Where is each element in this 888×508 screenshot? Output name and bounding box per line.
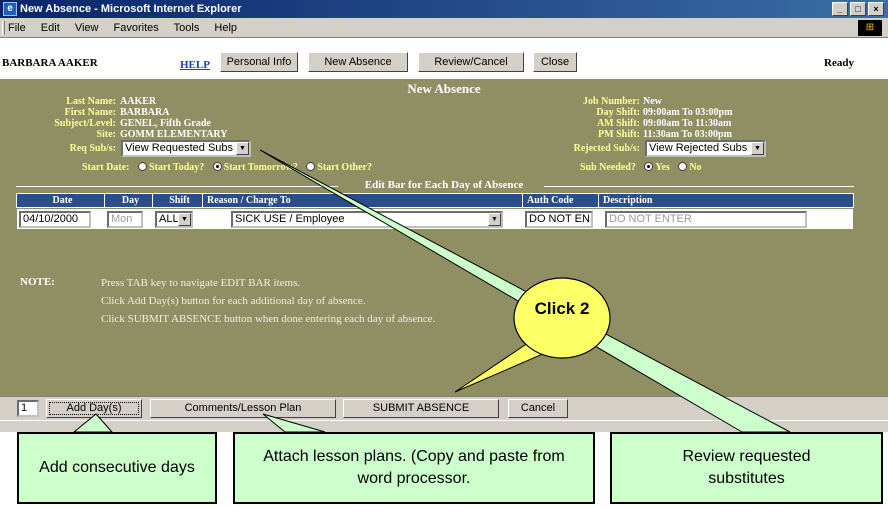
windows-flag-icon: ⊞ [858,20,882,36]
start-date-group: Start Date: Start Today? Start Tomorrow?… [82,162,372,173]
internet-explorer-icon: e [3,2,17,16]
radio-icon [678,162,688,171]
sub-needed-group: Sub Needed? Yes No [580,162,702,173]
close-window-button[interactable]: × [868,2,884,16]
menu-view[interactable]: View [75,22,99,34]
column-date: Date [17,194,105,207]
table-row: 04/10/2000 Mon ALL ▼ SICK USE / Employee… [16,208,854,230]
personal-info-button[interactable]: Personal Info [220,52,298,72]
day-shift-value: 09:00am To 03:00pm [643,107,733,118]
radio-icon [306,162,316,171]
menu-tools[interactable]: Tools [174,22,200,34]
note-line: Click SUBMIT ABSENCE button when done en… [101,313,436,325]
chevron-down-icon: ▼ [236,142,249,155]
start-date-label: Start Date: [82,162,130,173]
start-tomorrow-option[interactable]: Start Tomorrow? [212,162,298,173]
job-number-label: Job Number: [583,96,640,107]
first-name-label: First Name: [64,107,116,118]
menu-favorites[interactable]: Favorites [114,22,159,34]
pm-shift-label: PM Shift: [598,129,640,140]
rejected-subs-value: View Rejected Subs [649,142,748,154]
menu-file[interactable]: File [8,22,26,34]
sub-needed-no-option[interactable]: No [678,162,702,173]
column-description: Description [603,195,653,206]
status-bar [0,420,888,432]
help-link[interactable]: HELP [180,59,210,71]
chevron-down-icon: ▼ [751,142,764,155]
start-today-option[interactable]: Start Today? [137,162,204,173]
new-absence-button[interactable]: New Absence [308,52,408,72]
column-reason: Reason / Charge To [203,194,523,207]
rejected-subs-select[interactable]: View Rejected Subs ▼ [645,140,766,157]
cancel-button[interactable]: Cancel [508,399,568,418]
rejected-subs-label: Rejected Sub/s: [573,143,640,154]
column-day: Day [105,194,153,207]
day-shift-label: Day Shift: [596,107,640,118]
click-2-label: Click 2 [534,299,590,318]
first-name-value: BARBARA [120,107,170,118]
menu-bar: File Edit View Favorites Tools Help ⊞ [0,18,888,38]
reason-select[interactable]: SICK USE / Employee ▼ [231,211,503,228]
subject-level-label: Subject/Level: [54,118,116,129]
toolbar-grip [2,21,5,35]
pm-shift-value: 11:30am To 03:00pm [643,129,732,140]
note-line: Press TAB key to navigate EDIT BAR items… [101,277,301,289]
chevron-down-icon: ▼ [178,213,191,226]
sub-needed-yes-option[interactable]: Yes [644,162,670,173]
menu-edit[interactable]: Edit [41,22,60,34]
add-days-callout: Add consecutive days [17,432,217,504]
date-input[interactable]: 04/10/2000 [19,211,91,228]
days-count-input[interactable]: 1 [17,400,39,417]
shift-select[interactable]: ALL ▼ [155,211,193,228]
site-label: Site: [96,129,116,140]
window-titlebar: e New Absence - Microsoft Internet Explo… [0,0,888,18]
chevron-down-icon: ▼ [488,213,501,226]
absence-form: New Absence Last Name: AAKER First Name:… [0,79,888,396]
subject-level-value: GENEL, Fifth Grade [120,118,211,129]
note-label: NOTE: [20,276,55,288]
status-ready: Ready [824,57,854,69]
start-other-option[interactable]: Start Other? [306,162,372,173]
req-subs-label: Req Sub/s: [69,143,116,154]
description-input[interactable]: DO NOT ENTER [605,211,807,228]
last-name-value: AAKER [120,96,157,107]
submit-absence-button[interactable]: SUBMIT ABSENCE [343,399,499,418]
job-number-value: New [643,96,662,107]
minimize-button[interactable]: _ [832,2,848,16]
lesson-plans-callout: Attach lesson plans. (Copy and paste fro… [233,432,595,504]
radio-selected-icon [212,162,222,171]
edit-bar-title: Edit Bar for Each Day of Absence [364,179,524,191]
note-line: Click Add Day(s) button for each additio… [101,295,366,307]
reason-value: SICK USE / Employee [235,213,345,225]
column-auth-code: Auth Code [523,194,599,207]
column-shift: Shift [153,194,203,207]
auth-code-input[interactable]: DO NOT EN [525,211,593,228]
maximize-button[interactable]: □ [850,2,866,16]
app-header: BARBARA AAKER HELP Personal Info New Abs… [0,39,888,79]
req-subs-value: View Requested Subs [125,142,234,154]
radio-icon [137,162,147,171]
am-shift-value: 09:00am To 11:30am [643,118,732,129]
close-button[interactable]: Close [533,52,577,72]
action-bar: 1 Add Day(s) Comments/Lesson Plan SUBMIT… [0,396,888,420]
shift-value: ALL [159,213,179,225]
review-cancel-button[interactable]: Review/Cancel [418,52,524,72]
comments-lesson-plan-button[interactable]: Comments/Lesson Plan [150,399,336,418]
user-name: BARBARA AAKER [2,57,98,69]
sub-needed-label: Sub Needed? [580,162,636,173]
menu-help[interactable]: Help [214,22,237,34]
day-field: Mon [107,211,143,228]
req-subs-select[interactable]: View Requested Subs ▼ [121,140,251,157]
radio-selected-icon [644,162,654,171]
divider [544,186,854,187]
site-value: GOMM ELEMENTARY [120,129,228,140]
review-subs-callout: Review requested substitutes [610,432,883,504]
form-title: New Absence [407,81,481,96]
am-shift-label: AM Shift: [596,118,640,129]
add-days-button[interactable]: Add Day(s) [46,399,142,418]
last-name-label: Last Name: [66,96,116,107]
edit-bar-header: Date Day Shift Reason / Charge To Auth C… [16,193,854,208]
window-title: New Absence - Microsoft Internet Explore… [20,3,242,15]
